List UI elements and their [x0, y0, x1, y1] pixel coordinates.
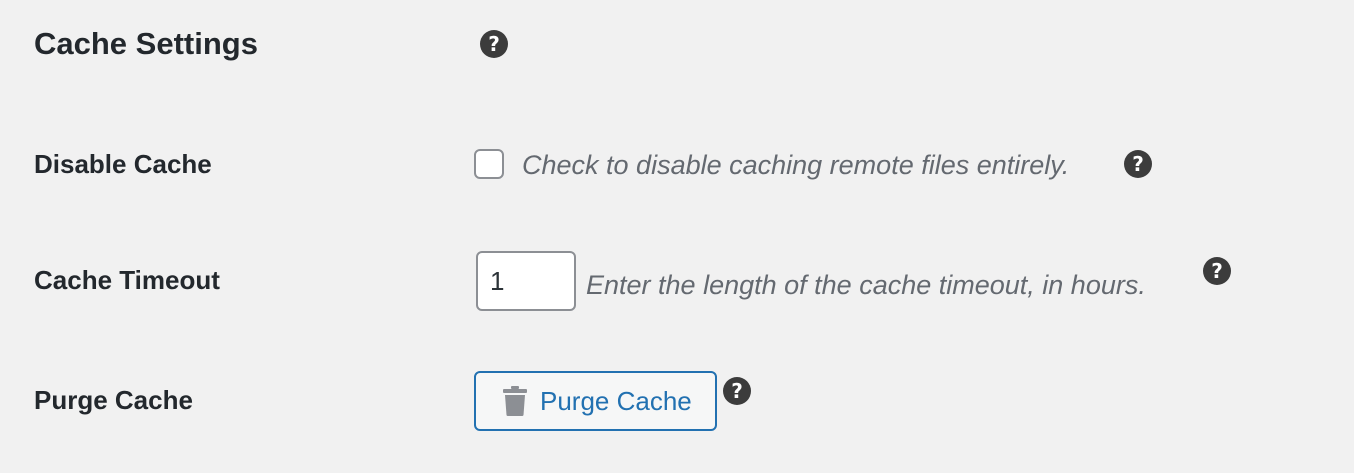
trash-icon	[503, 386, 527, 416]
disable-cache-help-icon[interactable]: ?	[1124, 150, 1152, 178]
purge-cache-help-icon[interactable]: ?	[723, 377, 751, 405]
purge-cache-label: Purge Cache	[34, 385, 193, 415]
cache-timeout-input[interactable]	[476, 251, 576, 311]
disable-cache-label: Disable Cache	[34, 149, 212, 179]
cache-timeout-help-icon[interactable]: ?	[1203, 257, 1231, 285]
purge-cache-button-label: Purge Cache	[540, 385, 692, 416]
cache-timeout-label: Cache Timeout	[34, 265, 220, 295]
disable-cache-description: Check to disable caching remote files en…	[522, 150, 1070, 180]
section-title: Cache Settings	[34, 26, 258, 61]
disable-cache-checkbox[interactable]	[474, 149, 504, 179]
cache-timeout-description: Enter the length of the cache timeout, i…	[586, 270, 1146, 300]
cache-settings-help-icon[interactable]: ?	[480, 30, 508, 58]
purge-cache-button[interactable]: Purge Cache	[474, 371, 717, 431]
